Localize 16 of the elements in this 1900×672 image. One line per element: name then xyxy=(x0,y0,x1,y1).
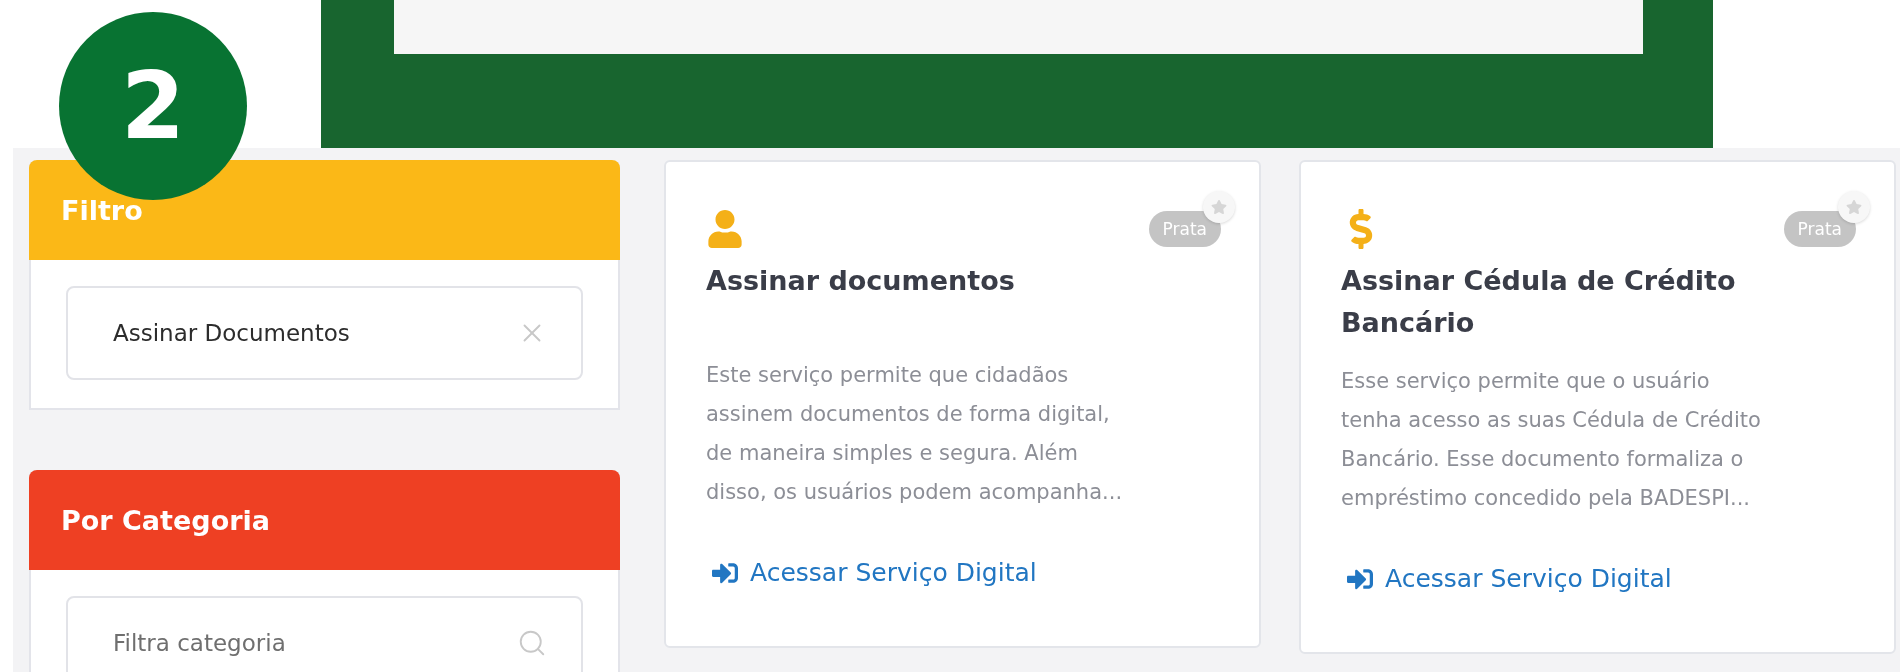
search-field[interactable]: Filtra categoria xyxy=(66,596,583,672)
search-input[interactable]: Filtra categoria xyxy=(111,597,517,672)
service-title: Assinar documentos xyxy=(706,264,1016,298)
level-badge: Prata xyxy=(1783,211,1856,247)
service-title: Assinar Cédula de Crédito Bancário xyxy=(1341,264,1737,340)
level-badge: Prata xyxy=(1148,211,1221,247)
search-icon[interactable] xyxy=(517,628,547,658)
access-link[interactable]: Acessar Serviço Digital xyxy=(1347,564,1672,593)
search-input[interactable]: Assinar Documentos xyxy=(111,287,517,379)
person-icon xyxy=(706,210,744,248)
access-link[interactable]: Acessar Serviço Digital xyxy=(712,558,1037,587)
search-field[interactable]: Assinar Documentos xyxy=(66,286,583,380)
step-badge: 2 xyxy=(59,12,247,200)
panel-title: Por Categoria xyxy=(61,504,270,536)
service-description: Este serviço permite que cidadãos assinem documentos de forma digital, de maneira simples e segura. Além disso, os usuários podem acompanha... xyxy=(706,362,1124,506)
service-description: Esse serviço permite que o usuário tenha acesso as suas Cédula de Crédito Bancário. Esse documento formaliza o empréstimo concedido pela BADESPI... xyxy=(1341,368,1762,512)
